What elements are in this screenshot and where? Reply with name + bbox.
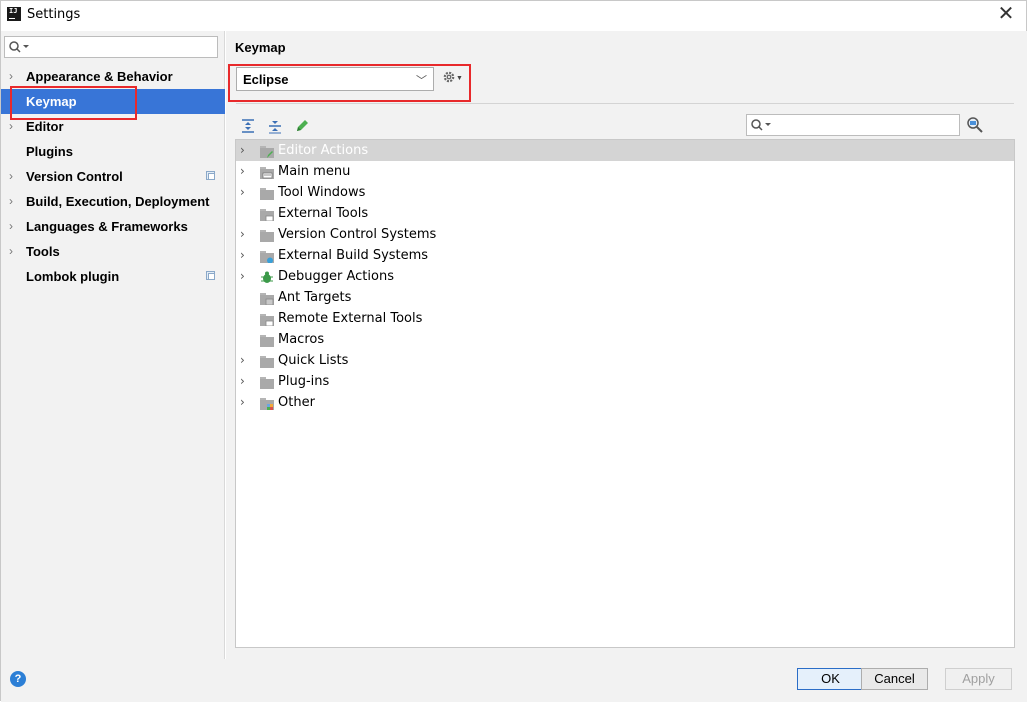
sidebar-item-label: Plugins [26, 144, 73, 159]
folder-icon [260, 333, 274, 347]
chevron-right-icon[interactable]: › [9, 239, 19, 264]
expand-all-icon[interactable] [239, 117, 257, 135]
tree-row-label: Version Control Systems [278, 227, 437, 242]
sidebar-item[interactable]: › Version Control [1, 164, 225, 189]
tree-row-label: Macros [278, 332, 325, 347]
project-level-icon [206, 271, 215, 280]
dialog-footer: ? OK Cancel Apply [1, 659, 1027, 702]
folder-icon [260, 186, 274, 200]
ant-targets-icon [260, 291, 274, 306]
search-icon [751, 119, 771, 131]
tree-row-label: External Build Systems [278, 248, 429, 263]
sidebar-item[interactable]: Lombok plugin [1, 264, 225, 289]
settings-window: IJ Settings ✕ › Appearance & Behavior Keym… [0, 0, 1027, 702]
search-icon [9, 41, 29, 53]
sidebar-item-label: Languages & Frameworks [26, 219, 188, 234]
other-icon [260, 396, 274, 410]
tree-row-label: Remote External Tools [278, 311, 423, 326]
tree-row-label: Debugger Actions [278, 269, 394, 284]
help-icon[interactable]: ? [10, 671, 26, 687]
chevron-right-icon[interactable]: › [240, 140, 252, 161]
intellij-app-icon: IJ [7, 7, 21, 21]
keymap-search-input[interactable] [746, 114, 960, 136]
tree-row[interactable]: External Tools [236, 203, 1014, 224]
chevron-right-icon[interactable]: › [9, 189, 19, 214]
scheme-highlight-box [228, 64, 471, 102]
chevron-right-icon[interactable]: › [9, 164, 19, 189]
tree-row[interactable]: Remote External Tools [236, 308, 1014, 329]
tree-row[interactable]: › Tool Windows [236, 182, 1014, 203]
tree-row-label: External Tools [278, 206, 369, 221]
tree-row[interactable]: Macros [236, 329, 1014, 350]
tree-row[interactable]: › Plug-ins [236, 371, 1014, 392]
sidebar-item[interactable]: › Languages & Frameworks [1, 214, 225, 239]
chevron-right-icon[interactable]: › [240, 371, 252, 392]
folder-icon [260, 228, 274, 242]
remote-tools-icon [260, 312, 274, 327]
sidebar-item-label: Tools [26, 244, 60, 259]
window-title: Settings [27, 7, 81, 22]
collapse-all-icon[interactable] [266, 117, 284, 135]
title-bar: IJ Settings ✕ [1, 1, 1026, 29]
tree-row[interactable]: › Other [236, 392, 1014, 413]
tree-row-label: Plug-ins [278, 374, 330, 389]
folder-icon [260, 375, 274, 389]
sidebar-item[interactable]: › Tools [1, 239, 225, 264]
sidebar-item-label: Build, Execution, Deployment [26, 194, 210, 209]
tree-row[interactable]: › Main menu [236, 161, 1014, 182]
chevron-right-icon[interactable]: › [240, 182, 252, 203]
tree-row-label: Ant Targets [278, 290, 352, 305]
chevron-right-icon[interactable]: › [240, 224, 252, 245]
sidebar-item-label: Version Control [26, 169, 123, 184]
tree-row-label: Other [278, 395, 315, 410]
settings-sidebar: › Appearance & Behavior Keymap › Editor Plugi… [1, 31, 225, 659]
chevron-right-icon[interactable]: › [240, 392, 252, 413]
debugger-bug-icon [260, 270, 274, 283]
find-by-shortcut-icon[interactable] [966, 116, 984, 134]
keymap-highlight-box [10, 86, 137, 120]
project-level-icon [206, 171, 215, 180]
chevron-right-icon[interactable]: › [240, 161, 252, 182]
tree-row[interactable]: › Version Control Systems [236, 224, 1014, 245]
tree-row[interactable]: › Quick Lists [236, 350, 1014, 371]
keymap-panel: Keymap Eclipse ﹀ ▼ › Editor Actions › Ma… [226, 31, 1027, 659]
tree-row[interactable]: › Editor Actions [236, 140, 1014, 161]
tree-row-label: Tool Windows [278, 185, 366, 200]
main-menu-icon [260, 165, 274, 179]
folder-icon [260, 354, 274, 368]
sidebar-item[interactable]: › Build, Execution, Deployment [1, 189, 225, 214]
tree-row-label: Editor Actions [278, 143, 369, 158]
chevron-right-icon[interactable]: › [9, 214, 19, 239]
sidebar-search-input[interactable] [4, 36, 218, 58]
chevron-right-icon[interactable]: › [240, 245, 252, 266]
chevron-right-icon[interactable]: › [240, 266, 252, 287]
divider [236, 103, 1014, 104]
page-title: Keymap [235, 40, 286, 55]
actions-tree[interactable]: › Editor Actions › Main menu › Tool Windows Ex… [235, 139, 1015, 648]
editor-actions-icon [260, 144, 274, 158]
ok-button[interactable]: OK [797, 668, 864, 690]
close-icon[interactable]: ✕ [996, 3, 1016, 25]
tree-row[interactable]: Ant Targets [236, 287, 1014, 308]
sidebar-item[interactable]: Plugins [1, 139, 225, 164]
tree-row[interactable]: › Debugger Actions [236, 266, 1014, 287]
apply-button[interactable]: Apply [945, 668, 1012, 690]
edit-pencil-icon[interactable] [293, 117, 311, 135]
external-tools-icon [260, 207, 274, 222]
tree-row[interactable]: › External Build Systems [236, 245, 1014, 266]
sidebar-item-label: Lombok plugin [26, 269, 120, 284]
tree-row-label: Main menu [278, 164, 351, 179]
chevron-right-icon[interactable]: › [240, 350, 252, 371]
tree-row-label: Quick Lists [278, 353, 349, 368]
build-systems-icon [260, 249, 274, 264]
cancel-button[interactable]: Cancel [861, 668, 928, 690]
